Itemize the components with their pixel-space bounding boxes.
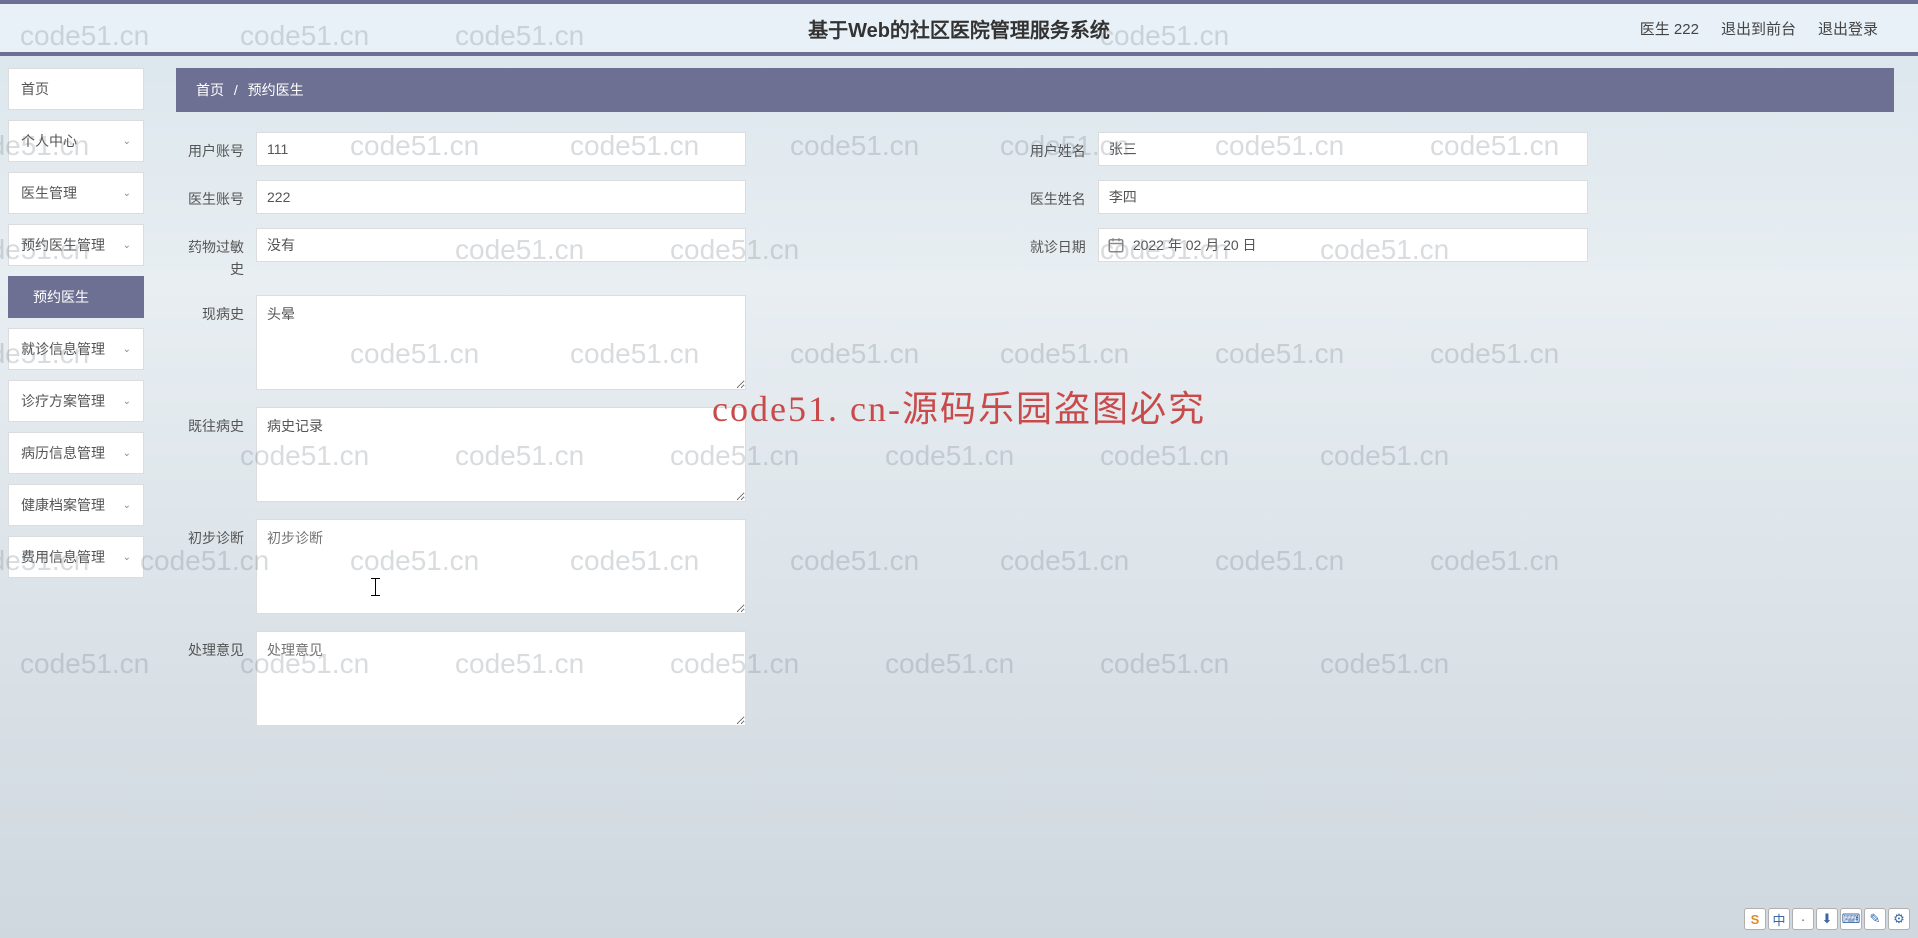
ime-logo-icon[interactable]: S (1744, 908, 1766, 930)
present-history-textarea[interactable] (256, 295, 746, 390)
form-row-past-history: 既往病史 (176, 407, 1018, 505)
chevron-down-icon: ⌄ (123, 344, 131, 355)
form-row-visit-date: 就诊日期 (1018, 228, 1860, 281)
chevron-down-icon: ⌄ (123, 396, 131, 407)
sidebar-item-record-mgmt[interactable]: 病历信息管理⌄ (8, 432, 144, 474)
label-drug-allergy: 药物过敏史 (176, 228, 256, 281)
ime-keyboard-icon[interactable]: ⌨ (1840, 908, 1862, 930)
label-doctor-account: 医生账号 (176, 180, 256, 210)
sidebar-item-doctor-mgmt[interactable]: 医生管理⌄ (8, 172, 144, 214)
sidebar-item-treatment-plan-mgmt[interactable]: 诊疗方案管理⌄ (8, 380, 144, 422)
label-treatment-opinion: 处理意见 (176, 631, 256, 661)
sidebar-item-appointment-mgmt[interactable]: 预约医生管理⌄ (8, 224, 144, 266)
label-prelim-diagnosis: 初步诊断 (176, 519, 256, 549)
chevron-down-icon: ⌄ (123, 136, 131, 147)
ime-toolbar[interactable]: S 中 ㆍ ⬇ ⌨ ✎ ⚙ (1744, 908, 1910, 930)
ime-input-button[interactable]: ⬇ (1816, 908, 1838, 930)
sidebar-item-health-archive-mgmt[interactable]: 健康档案管理⌄ (8, 484, 144, 526)
form: 用户账号 用户姓名 医生账号 医生姓名 药物过敏史 就诊日期 (176, 132, 1894, 743)
form-row-drug-allergy: 药物过敏史 (176, 228, 1018, 281)
form-row-user-account: 用户账号 (176, 132, 1018, 166)
label-past-history: 既往病史 (176, 407, 256, 437)
doctor-account-input[interactable] (256, 180, 746, 214)
app-title: 基于Web的社区医院管理服务系统 (808, 14, 1110, 43)
form-row-present-history: 现病史 (176, 295, 1018, 393)
drug-allergy-input[interactable] (256, 228, 746, 262)
sidebar-item-appointment[interactable]: 预约医生 (8, 276, 144, 318)
label-present-history: 现病史 (176, 295, 256, 325)
breadcrumb: 首页 / 预约医生 (176, 68, 1894, 112)
doctor-name-input[interactable] (1098, 180, 1588, 214)
sidebar: 首页 个人中心⌄ 医生管理⌄ 预约医生管理⌄ 预约医生 就诊信息管理⌄ 诊疗方案… (0, 56, 152, 938)
breadcrumb-home[interactable]: 首页 (196, 82, 224, 98)
calendar-icon (1107, 236, 1125, 254)
chevron-down-icon: ⌄ (123, 240, 131, 251)
treatment-opinion-textarea[interactable] (256, 631, 746, 726)
form-row-treatment-opinion: 处理意见 (176, 631, 1018, 729)
ime-settings-icon[interactable]: ⚙ (1888, 908, 1910, 930)
visit-date-input[interactable] (1133, 235, 1579, 255)
form-row-user-name: 用户姓名 (1018, 132, 1860, 166)
ime-punct-button[interactable]: ㆍ (1792, 908, 1814, 930)
label-visit-date: 就诊日期 (1018, 228, 1098, 258)
breadcrumb-separator: / (234, 82, 238, 98)
chevron-down-icon: ⌄ (123, 448, 131, 459)
label-user-name: 用户姓名 (1018, 132, 1098, 162)
chevron-down-icon: ⌄ (123, 500, 131, 511)
user-label[interactable]: 医生 222 (1640, 18, 1699, 39)
chevron-down-icon: ⌄ (123, 188, 131, 199)
user-account-input[interactable] (256, 132, 746, 166)
sidebar-item-fee-mgmt[interactable]: 费用信息管理⌄ (8, 536, 144, 578)
main-content: 首页 / 预约医生 用户账号 用户姓名 医生账号 医生姓名 药物过敏史 (152, 56, 1918, 938)
visit-date-picker[interactable] (1098, 228, 1588, 262)
prelim-diagnosis-textarea[interactable] (256, 519, 746, 614)
sidebar-item-profile[interactable]: 个人中心⌄ (8, 120, 144, 162)
ime-lang-button[interactable]: 中 (1768, 908, 1790, 930)
ime-handwrite-icon[interactable]: ✎ (1864, 908, 1886, 930)
user-name-input[interactable] (1098, 132, 1588, 166)
chevron-down-icon: ⌄ (123, 552, 131, 563)
top-bar: 基于Web的社区医院管理服务系统 医生 222 退出到前台 退出登录 (0, 0, 1918, 56)
form-row-prelim-diagnosis: 初步诊断 (176, 519, 1018, 617)
label-user-account: 用户账号 (176, 132, 256, 162)
topbar-right: 医生 222 退出到前台 退出登录 (1640, 18, 1918, 39)
form-row-doctor-account: 医生账号 (176, 180, 1018, 214)
logout-link[interactable]: 退出登录 (1818, 18, 1878, 39)
form-row-doctor-name: 医生姓名 (1018, 180, 1860, 214)
breadcrumb-current: 预约医生 (248, 82, 304, 98)
past-history-textarea[interactable] (256, 407, 746, 502)
label-doctor-name: 医生姓名 (1018, 180, 1098, 210)
exit-to-front-link[interactable]: 退出到前台 (1721, 18, 1796, 39)
sidebar-item-home[interactable]: 首页 (8, 68, 144, 110)
sidebar-item-visit-mgmt[interactable]: 就诊信息管理⌄ (8, 328, 144, 370)
